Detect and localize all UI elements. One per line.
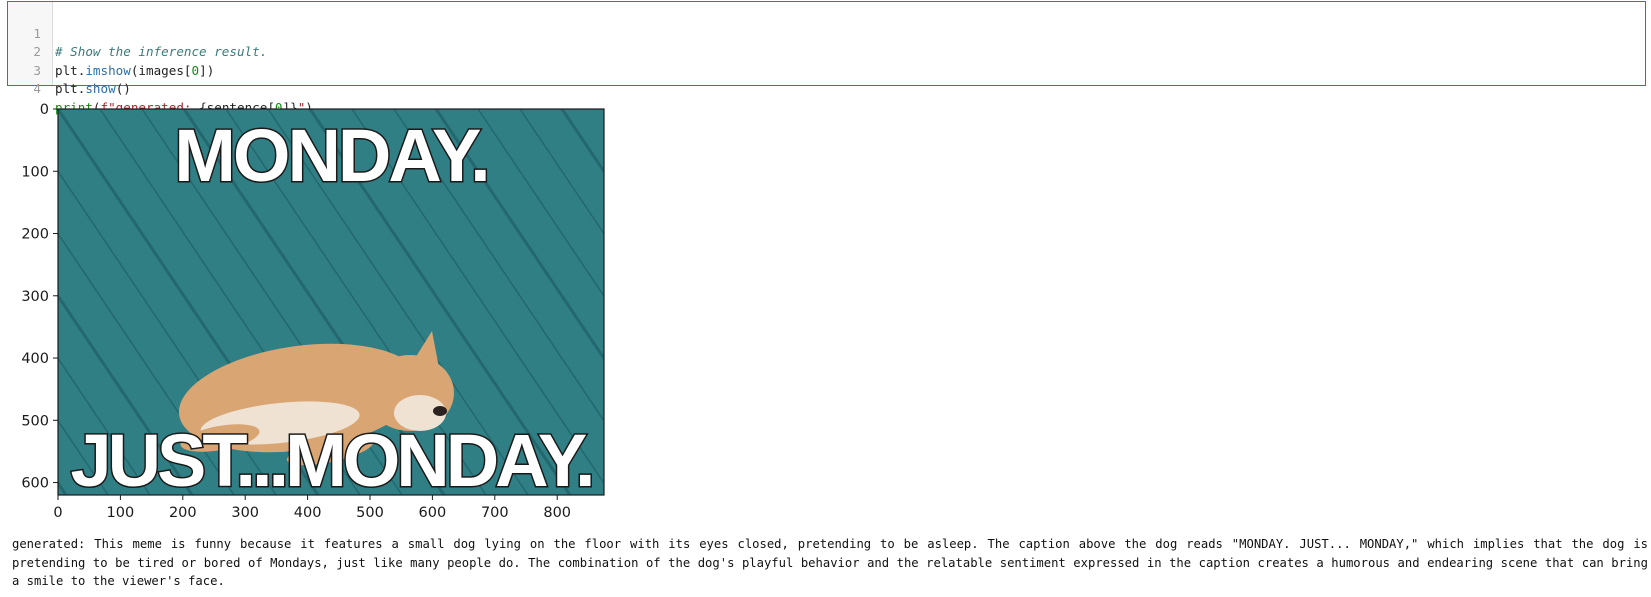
x-tick-label: 800 (543, 505, 571, 521)
x-tick-label: 200 (169, 505, 197, 521)
x-tick-label: 700 (481, 505, 509, 521)
x-tick-label: 100 (107, 505, 135, 521)
imshow-plot: MONDAY. JUST...MONDAY. 0 100 200 300 400 500 6… (21, 102, 605, 521)
y-tick-label: 400 (21, 351, 49, 367)
x-tick-label: 400 (294, 505, 322, 521)
meme-image: MONDAY. JUST...MONDAY. (58, 109, 604, 502)
code-line-1[interactable]: 1 # Show the inference result. (8, 6, 1645, 60)
x-tick-label: 500 (356, 505, 384, 521)
code-editor[interactable]: 1 # Show the inference result. 2 plt.ims… (8, 6, 1645, 115)
y-tick-label: 500 (21, 413, 49, 429)
y-tick-label: 300 (21, 289, 49, 305)
y-axis: 0 100 200 300 400 500 600 (21, 102, 58, 492)
meme-top-caption: MONDAY. (174, 114, 487, 197)
y-tick-label: 600 (21, 476, 49, 492)
y-tick-label: 200 (21, 227, 49, 243)
meme-bottom-caption: JUST...MONDAY. (70, 419, 591, 502)
x-tick-label: 300 (231, 505, 259, 521)
output-text: generated: This meme is funny because it… (12, 537, 1648, 588)
x-tick-label: 600 (419, 505, 447, 521)
code-cell[interactable]: 1 # Show the inference result. 2 plt.ims… (7, 1, 1646, 115)
code-line-2[interactable]: 2 plt.imshow(images[0]) (8, 25, 1645, 78)
x-tick-label: 0 (53, 505, 62, 521)
code-line-3[interactable]: 3 plt.show() (8, 43, 1645, 97)
y-tick-label: 100 (21, 164, 49, 180)
y-tick-label: 0 (40, 102, 49, 118)
dog-nose (433, 406, 447, 416)
x-axis: 0 100 200 300 400 500 600 700 800 (53, 495, 571, 521)
deck-plank-line (603, 109, 604, 111)
code-line-4[interactable]: 4 print(f"generated: {sentence[0]}") (8, 62, 1645, 115)
